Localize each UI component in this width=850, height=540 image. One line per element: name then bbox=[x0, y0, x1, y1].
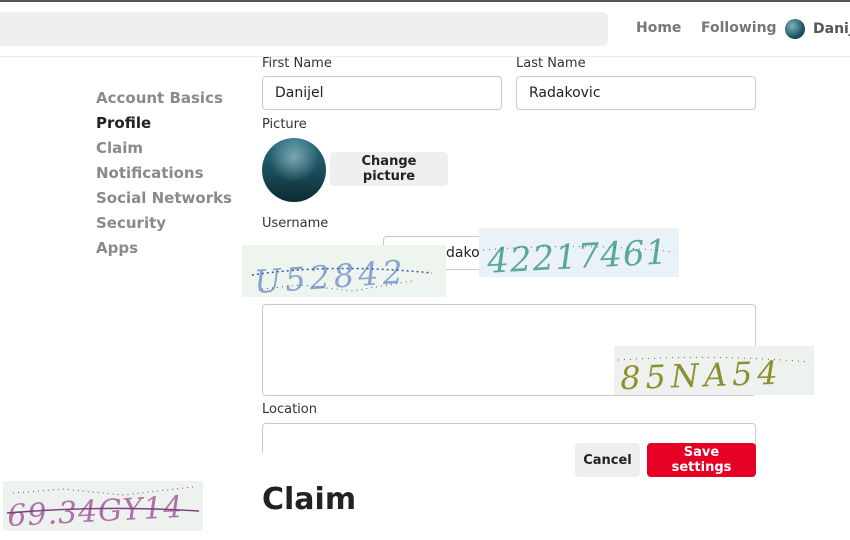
captcha-text: 42217461 bbox=[485, 232, 669, 277]
profile-picture bbox=[262, 138, 326, 202]
captcha-image: U52842 bbox=[251, 253, 433, 297]
captcha-overlay: U52842 bbox=[242, 245, 446, 297]
search-bar[interactable] bbox=[0, 12, 608, 46]
sidebar-item-claim[interactable]: Claim bbox=[96, 138, 232, 163]
first-name-field[interactable]: Danijel bbox=[262, 76, 502, 110]
captcha-image: 85NA54 bbox=[617, 354, 811, 395]
captcha-overlay: 69.34GY14 bbox=[3, 481, 203, 531]
username-label: Username bbox=[262, 216, 329, 231]
nav-home-link[interactable]: Home bbox=[636, 20, 681, 36]
captcha-image: 42217461 bbox=[482, 232, 676, 277]
captcha-text: 85NA54 bbox=[620, 354, 784, 395]
sidebar-item-profile[interactable]: Profile bbox=[96, 113, 232, 138]
sidebar-item-account-basics[interactable]: Account Basics bbox=[96, 88, 232, 113]
sidebar-item-security[interactable]: Security bbox=[96, 213, 232, 238]
location-label: Location bbox=[262, 402, 317, 417]
user-menu[interactable]: Danijel bbox=[785, 18, 850, 40]
picture-label: Picture bbox=[262, 117, 307, 132]
nav-following-link[interactable]: Following bbox=[701, 20, 777, 36]
settings-sidebar: Account Basics Profile Claim Notificatio… bbox=[96, 88, 232, 263]
change-picture-button[interactable]: Change picture bbox=[330, 152, 448, 186]
captcha-overlay: 42217461 bbox=[479, 228, 679, 277]
captcha-overlay: 85NA54 bbox=[614, 346, 814, 395]
avatar bbox=[785, 19, 805, 39]
last-name-field[interactable]: Radakovic bbox=[516, 76, 756, 110]
captcha-text: U52842 bbox=[253, 253, 408, 297]
cancel-button[interactable]: Cancel bbox=[575, 443, 640, 477]
sidebar-item-notifications[interactable]: Notifications bbox=[96, 163, 232, 188]
sidebar-item-apps[interactable]: Apps bbox=[96, 238, 232, 263]
save-settings-button[interactable]: Save settings bbox=[647, 443, 756, 477]
captcha-image: 69.34GY14 bbox=[7, 486, 200, 531]
first-name-label: First Name bbox=[262, 56, 332, 71]
top-bar: Home Following Danijel bbox=[0, 2, 850, 57]
last-name-label: Last Name bbox=[516, 56, 586, 71]
sidebar-item-social-networks[interactable]: Social Networks bbox=[96, 188, 232, 213]
claim-section-title: Claim bbox=[262, 482, 357, 517]
user-name: Danijel bbox=[813, 21, 850, 37]
